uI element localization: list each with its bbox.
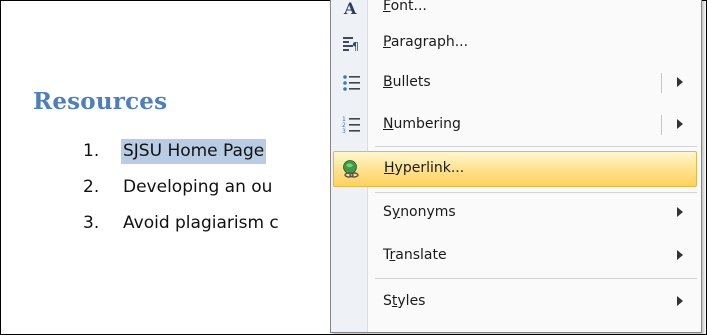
list-number: 1. bbox=[83, 141, 100, 161]
context-menu: A Font... ¶ Paragraph... Bullets 1 2 3 N… bbox=[330, 0, 702, 333]
list-item-text[interactable]: Avoid plagiarism c bbox=[123, 213, 279, 233]
list-item[interactable]: 1. SJSU Home Page bbox=[83, 139, 267, 164]
hyperlink-icon bbox=[343, 160, 359, 178]
list-item[interactable]: 3. Avoid plagiarism c bbox=[83, 213, 279, 233]
list-item-text-selected[interactable]: SJSU Home Page bbox=[121, 139, 267, 164]
menu-item-bullets[interactable]: Bullets bbox=[333, 65, 697, 101]
menu-separator bbox=[375, 192, 697, 193]
menu-item-styles[interactable]: Styles bbox=[333, 284, 697, 320]
submenu-arrow-icon[interactable] bbox=[677, 250, 683, 260]
paragraph-icon: ¶ bbox=[343, 37, 359, 53]
menu-item-translate[interactable]: Translate bbox=[333, 238, 697, 274]
submenu-arrow-icon[interactable] bbox=[677, 296, 683, 306]
menu-separator bbox=[375, 146, 697, 147]
list-number: 3. bbox=[83, 213, 100, 233]
numbering-icon: 1 2 3 bbox=[342, 116, 360, 135]
submenu-arrow-icon[interactable] bbox=[677, 119, 683, 129]
submenu-divider bbox=[661, 115, 662, 135]
menu-item-font[interactable]: A Font... bbox=[333, 0, 697, 25]
submenu-arrow-icon[interactable] bbox=[677, 77, 683, 87]
svg-text:¶: ¶ bbox=[352, 40, 359, 53]
menu-item-numbering[interactable]: 1 2 3 Numbering bbox=[333, 107, 697, 143]
menu-separator bbox=[375, 278, 697, 279]
submenu-arrow-icon[interactable] bbox=[677, 207, 683, 217]
menu-item-synonyms[interactable]: Synonyms bbox=[333, 195, 697, 231]
svg-text:3: 3 bbox=[342, 128, 346, 135]
menu-item-hyperlink[interactable]: Hyperlink... bbox=[333, 151, 697, 187]
list-item[interactable]: 2. Developing an ou bbox=[83, 177, 272, 197]
resources-heading: Resources bbox=[33, 88, 168, 115]
bullets-icon bbox=[343, 75, 360, 91]
font-icon: A bbox=[343, 0, 357, 17]
svg-text:A: A bbox=[343, 0, 357, 17]
list-item-text[interactable]: Developing an ou bbox=[123, 177, 272, 197]
menu-item-paragraph[interactable]: ¶ Paragraph... bbox=[333, 25, 697, 61]
list-number: 2. bbox=[83, 177, 100, 197]
submenu-divider bbox=[661, 73, 662, 93]
